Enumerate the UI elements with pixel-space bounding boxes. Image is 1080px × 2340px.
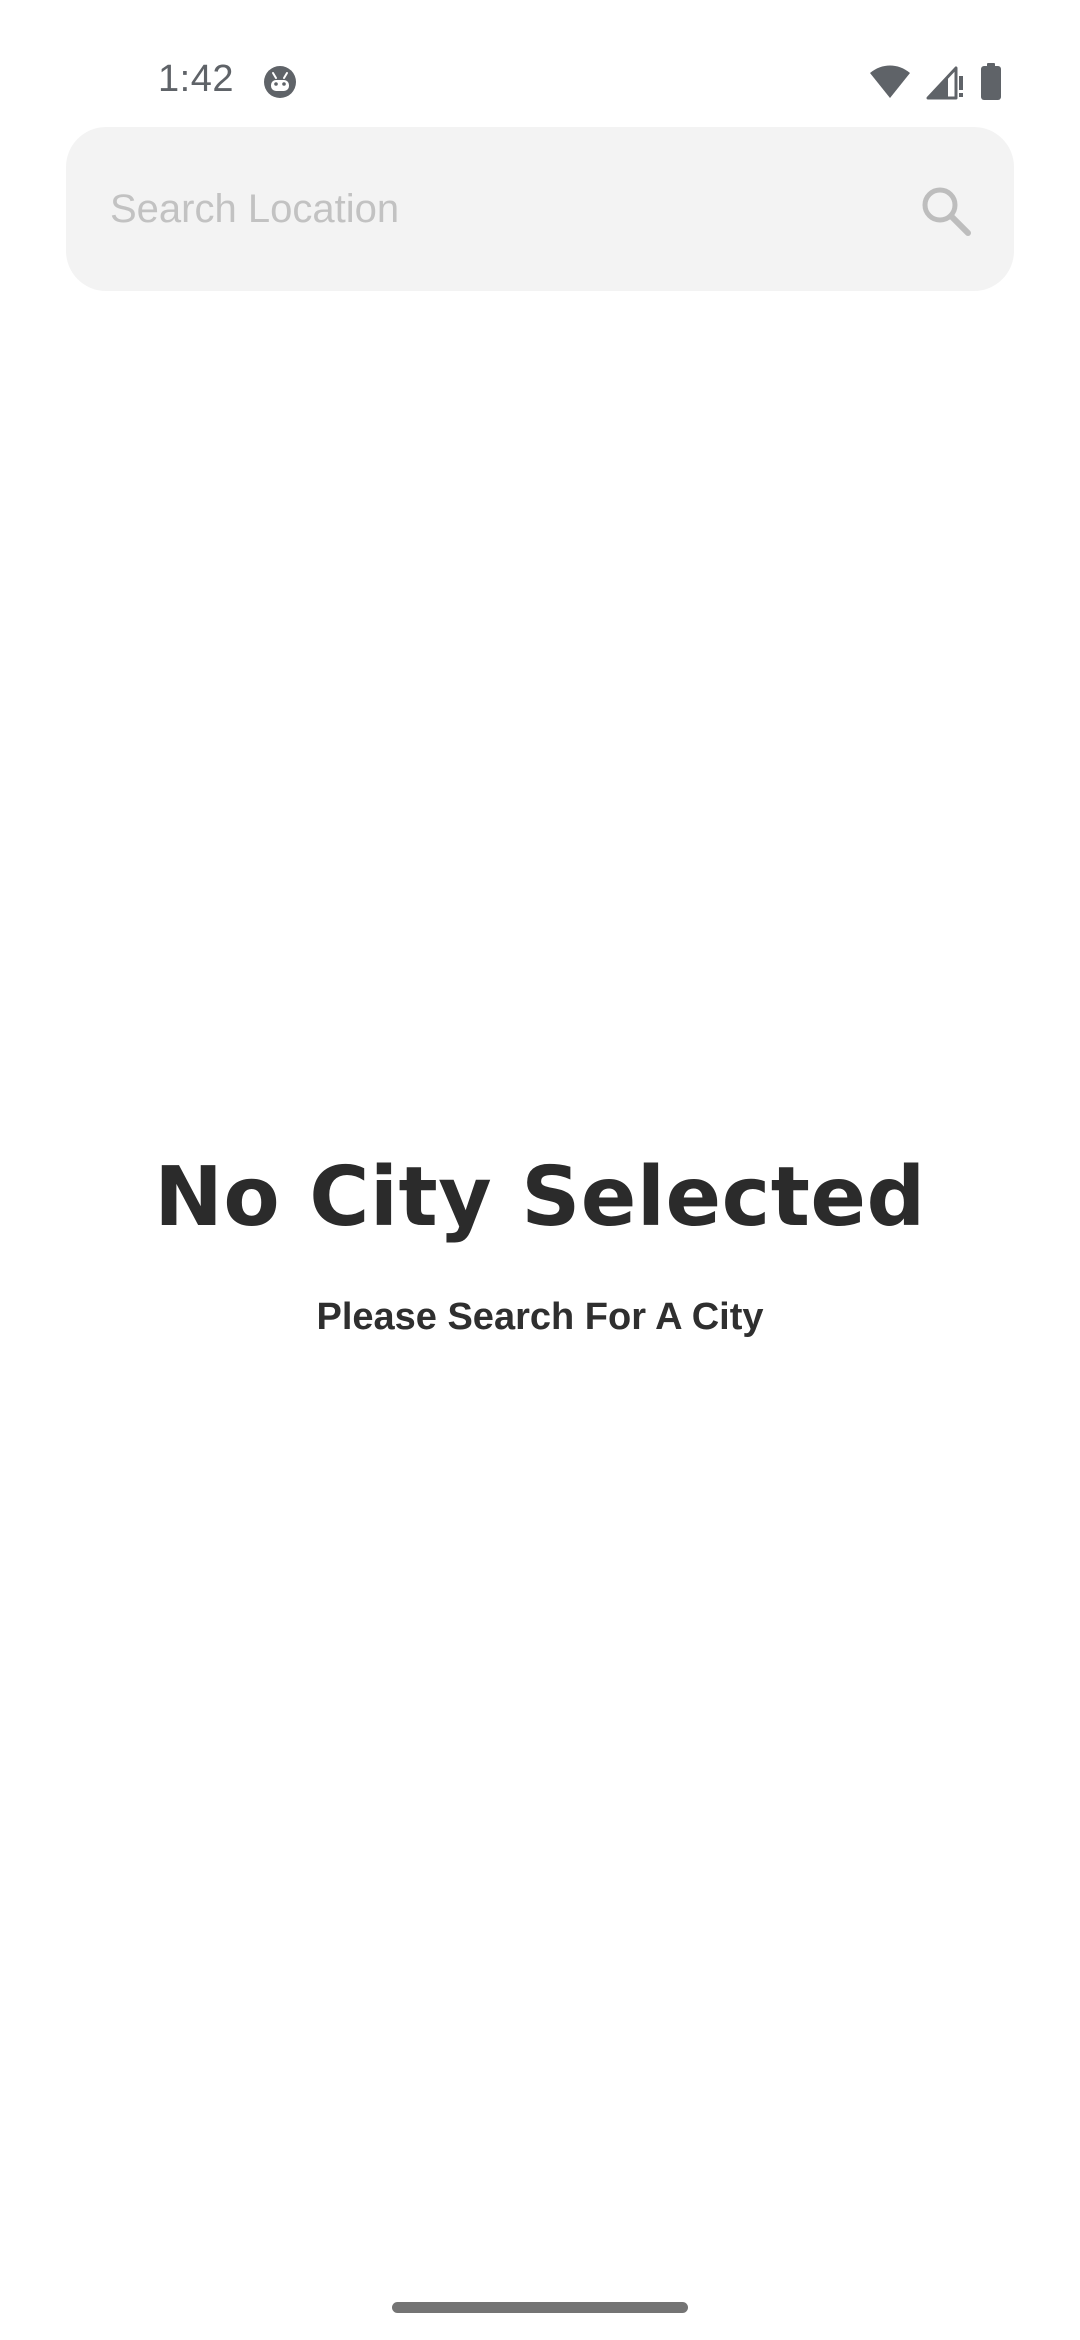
- wifi-icon: [870, 65, 910, 98]
- status-time: 1:42: [158, 58, 234, 100]
- empty-state-subtitle: Please Search For A City: [316, 1296, 764, 1338]
- search-bar[interactable]: [66, 127, 1014, 291]
- android-debug-icon: [264, 66, 296, 98]
- app-screen: 1:42 Search Location No City Selected Pl…: [0, 0, 1080, 2340]
- search-input[interactable]: [110, 127, 890, 291]
- battery-full-icon: [981, 63, 1001, 100]
- cellular-signal-no-data-icon: [926, 66, 963, 100]
- status-icons: [868, 62, 1002, 102]
- empty-state-title: No City Selected: [154, 1150, 926, 1245]
- gesture-nav-handle[interactable]: [392, 2302, 688, 2313]
- search-icon[interactable]: [916, 181, 976, 241]
- status-bar: 1:42: [0, 0, 1080, 120]
